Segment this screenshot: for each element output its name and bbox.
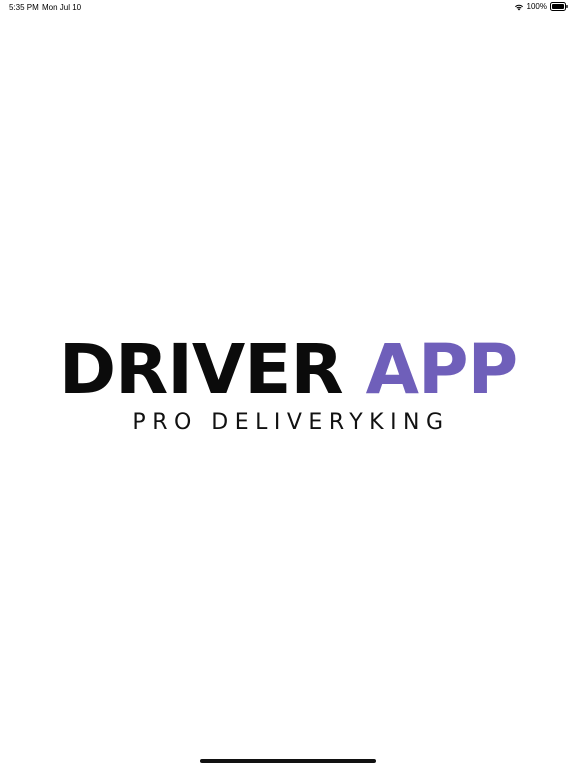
logo-title: DRIVER APP bbox=[0, 334, 576, 406]
status-right: 100% bbox=[514, 2, 568, 11]
status-time: 5:35 PM bbox=[9, 3, 39, 12]
status-bar: 5:35 PM Mon Jul 10 100% bbox=[0, 0, 576, 16]
wifi-icon bbox=[514, 3, 524, 11]
status-date: Mon Jul 10 bbox=[42, 3, 82, 12]
battery-percent: 100% bbox=[526, 2, 547, 11]
logo-word-app: APP bbox=[365, 330, 519, 410]
logo-word-driver: DRIVER bbox=[58, 330, 344, 410]
app-logo: DRIVER APP PRO DELIVERYKING bbox=[0, 334, 576, 436]
battery-icon bbox=[550, 2, 568, 11]
home-indicator[interactable] bbox=[200, 759, 376, 763]
logo-subtitle: PRO DELIVERYKING bbox=[132, 410, 450, 435]
